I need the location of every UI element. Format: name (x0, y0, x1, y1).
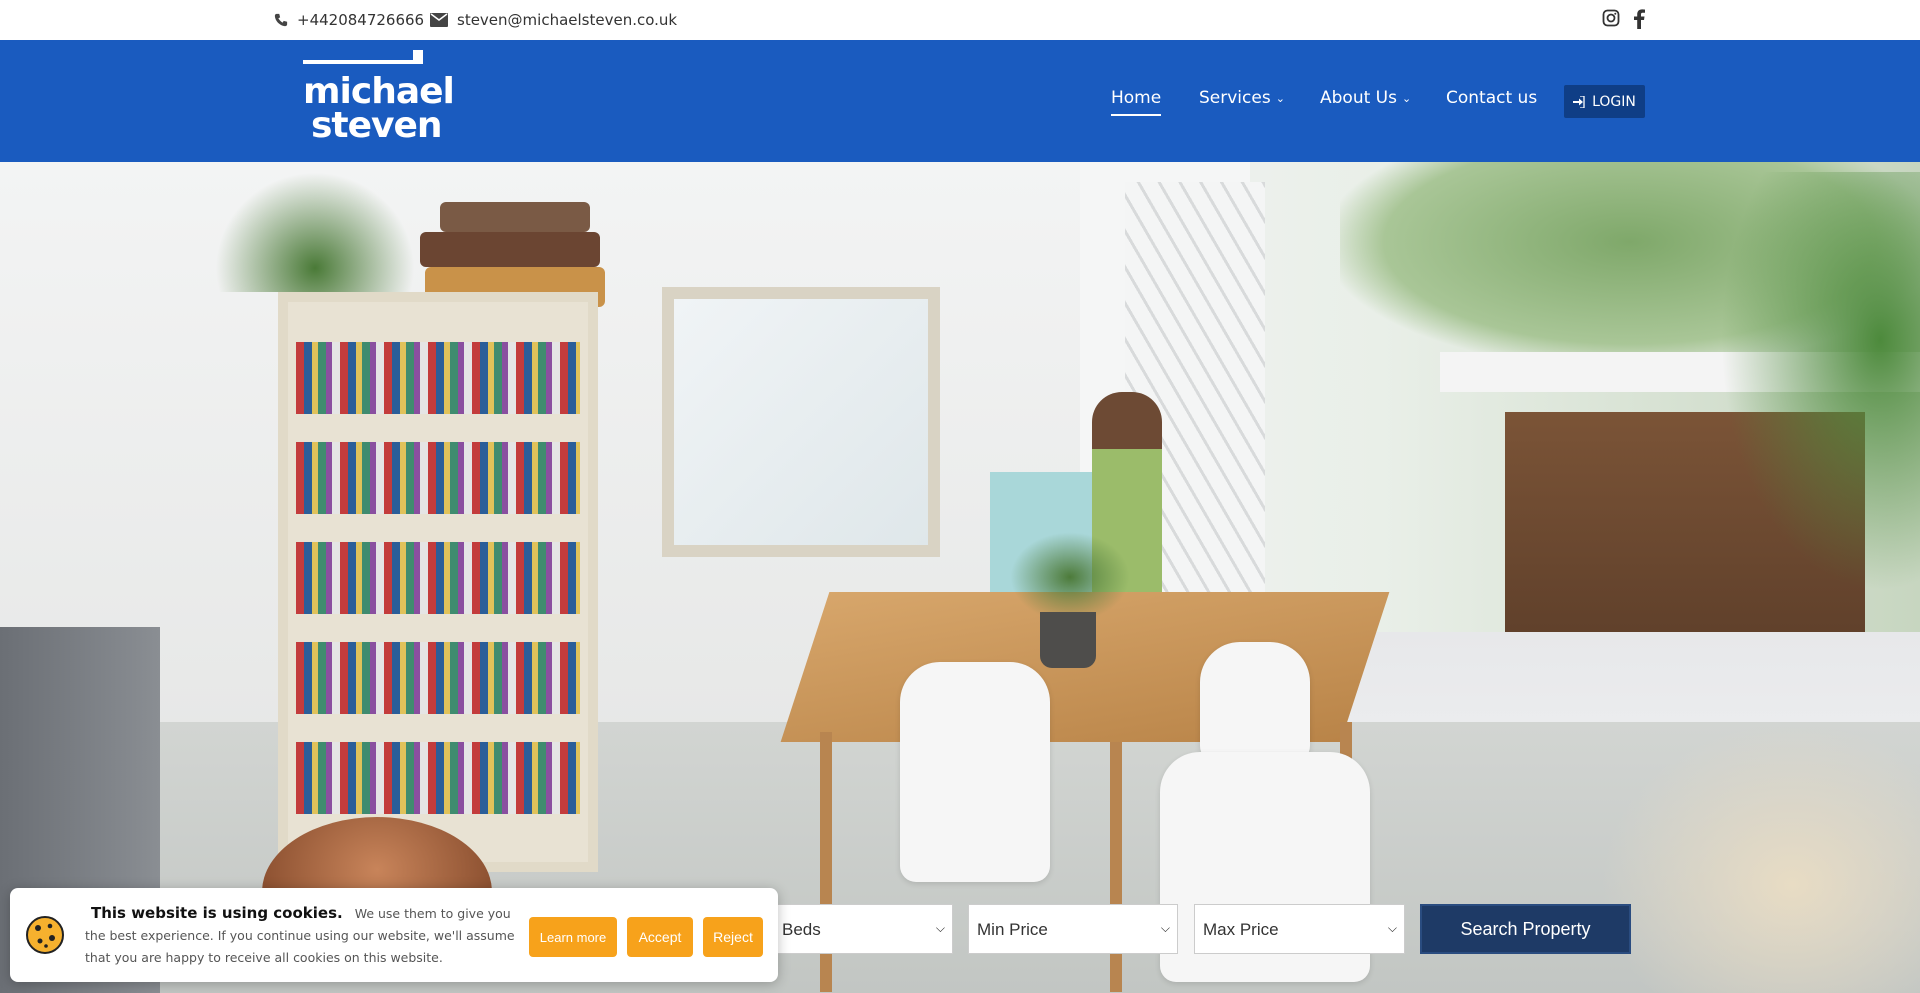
instagram-link[interactable] (1602, 9, 1620, 27)
nav-services-label: Services (1199, 88, 1271, 108)
cookie-reject-button[interactable]: Reject (703, 917, 763, 957)
cookie-icon (26, 916, 64, 954)
hero-chair (900, 662, 1050, 882)
email-link[interactable]: steven@michaelsteven.co.uk (430, 11, 677, 29)
facebook-icon (1634, 9, 1645, 29)
phone-link[interactable]: +442084726666 (274, 11, 424, 29)
nav-about-label: About Us (1320, 88, 1397, 108)
nav-services[interactable]: Services ⌄ (1199, 88, 1285, 108)
top-contact-bar: +442084726666 steven@michaelsteven.co.uk (0, 0, 1920, 40)
main-header: michael steven Home Services ⌄ About Us … (0, 40, 1920, 162)
cookie-title: This website is using cookies. (91, 904, 343, 922)
phone-icon (274, 13, 288, 27)
hero-pampas-grass (1600, 722, 1920, 993)
nav-home-label: Home (1111, 88, 1162, 108)
login-button[interactable]: LOGIN (1564, 85, 1645, 118)
search-property-button[interactable]: Search Property (1420, 904, 1631, 954)
min-price-select-wrapper: Min Price ⌵ (968, 904, 1178, 954)
login-label: LOGIN (1592, 93, 1636, 110)
hero-bonsai (1010, 532, 1130, 622)
hero-leaves (1720, 172, 1920, 592)
hero-table-leg (1110, 742, 1122, 992)
nav-home[interactable]: Home (1111, 88, 1162, 116)
chevron-down-icon: ⌄ (1275, 91, 1285, 105)
hero-plant-pot (1040, 612, 1096, 668)
hero-background-image (0, 162, 1920, 993)
hero-plant (215, 172, 415, 292)
hero-chair (1200, 642, 1310, 762)
hero-suitcase (420, 232, 600, 267)
cookie-banner: This website is using cookies. We use th… (10, 888, 778, 982)
cookie-accept-button[interactable]: Accept (627, 917, 693, 957)
chevron-down-icon: ⌄ (1401, 91, 1412, 105)
max-price-select-wrapper: Max Price ⌵ (1194, 904, 1405, 954)
min-price-select[interactable]: Min Price (968, 904, 1178, 954)
beds-select[interactable]: Beds (773, 904, 953, 954)
cookie-learn-more-button[interactable]: Learn more (529, 917, 617, 957)
site-logo[interactable]: michael steven (303, 50, 455, 146)
nav-about-us[interactable]: About Us ⌄ (1320, 88, 1411, 108)
email-address: steven@michaelsteven.co.uk (457, 11, 678, 29)
cookie-message: This website is using cookies. We use th… (85, 902, 527, 969)
nav-contact-us[interactable]: Contact us (1446, 88, 1537, 108)
instagram-icon (1602, 9, 1620, 27)
beds-select-wrapper: Beds ⌵ (773, 904, 953, 954)
hero-mirror (662, 287, 940, 557)
sign-in-icon (1573, 95, 1585, 108)
logo-rule (303, 60, 423, 64)
logo-word-steven: steven (311, 105, 443, 146)
max-price-select[interactable]: Max Price (1194, 904, 1405, 954)
hero-bookcase (278, 292, 598, 872)
facebook-link[interactable] (1633, 9, 1645, 29)
envelope-icon (430, 13, 448, 27)
phone-number: +442084726666 (297, 11, 425, 29)
hero-suitcase (440, 202, 590, 232)
nav-contact-label: Contact us (1446, 88, 1538, 108)
